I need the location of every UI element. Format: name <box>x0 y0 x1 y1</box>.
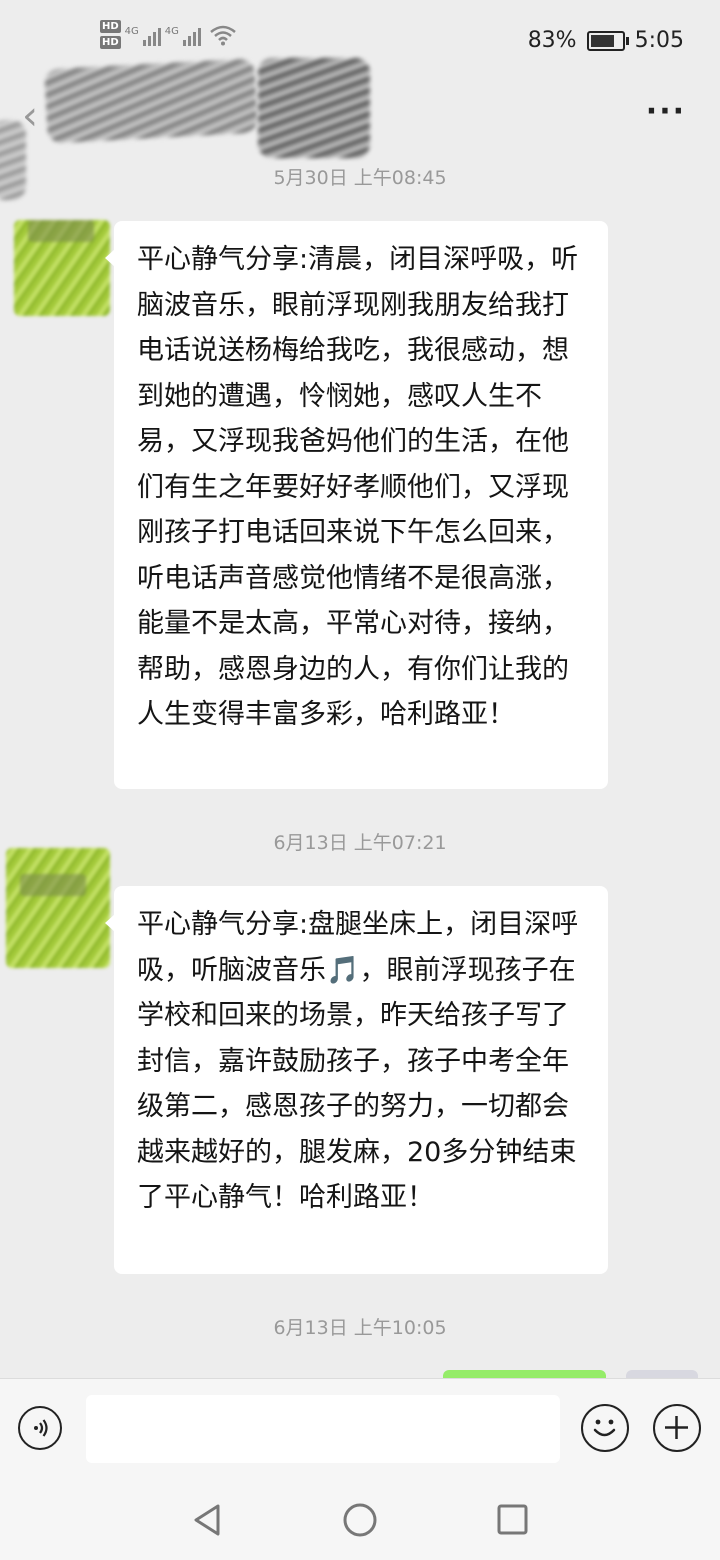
clock: 5:05 <box>634 28 684 53</box>
music-note-icon: 🎵 <box>326 954 360 986</box>
network-type-label: 4G <box>124 26 139 37</box>
signal-bars-icon <box>182 24 201 46</box>
battery-percent: 83% <box>527 28 577 53</box>
hd-badge: HD <box>100 20 121 33</box>
message-input[interactable] <box>86 1395 560 1463</box>
sender-avatar[interactable] <box>14 220 110 316</box>
wifi-icon <box>210 25 236 46</box>
battery-fill <box>590 34 614 47</box>
message-timestamp: 5月30日 上午08:45 <box>273 167 447 189</box>
more-options-button[interactable]: ··· <box>646 94 686 129</box>
message-bubble[interactable]: 平心静气分享:盘腿坐床上，闭目深呼吸，听脑波音乐🎵，眼前浮现孩子在学校和回来的场… <box>105 886 608 1274</box>
more-features-button[interactable] <box>653 1404 701 1452</box>
redaction-scribble <box>258 58 370 158</box>
emoji-button[interactable] <box>581 1404 629 1452</box>
sender-avatar[interactable] <box>6 848 110 968</box>
hd-badge: HD <box>100 36 121 49</box>
battery-icon <box>586 30 629 51</box>
message-text: 平心静气分享:盘腿坐床上，闭目深呼吸，听脑波音乐🎵，眼前浮现孩子在学校和回来的场… <box>137 909 578 1213</box>
avatar-shade <box>20 874 86 896</box>
hd-badges: HD HD <box>100 20 121 49</box>
square-recent-icon[interactable] <box>495 1502 529 1538</box>
redaction-scribble <box>44 58 258 144</box>
plus-icon <box>665 1416 688 1439</box>
network-type-label: 4G <box>164 26 179 37</box>
system-navigation-bar <box>0 1478 720 1560</box>
message-text-part: ，眼前浮现孩子在学校和回来的场景，昨天给孩子写了封信，嘉许鼓励孩子，孩子中考全年… <box>137 954 577 1214</box>
circle-home-icon[interactable] <box>342 1502 378 1538</box>
input-bar <box>0 1378 720 1479</box>
message-timestamp: 6月13日 上午10:05 <box>273 1317 447 1339</box>
avatar-shade <box>28 220 94 242</box>
status-right: 83% 5:05 <box>528 28 684 53</box>
message-text: 平心静气分享:清晨，闭目深呼吸，听脑波音乐，眼前浮现刚我朋友给我打电话说送杨梅给… <box>137 244 579 730</box>
triangle-back-icon[interactable] <box>190 1502 224 1538</box>
emoji-icon <box>593 1419 616 1437</box>
voice-button[interactable] <box>18 1406 62 1450</box>
message-bubble[interactable]: 平心静气分享:清晨，闭目深呼吸，听脑波音乐，眼前浮现刚我朋友给我打电话说送杨梅给… <box>105 221 608 789</box>
voice-icon <box>34 1419 48 1437</box>
signal-indicators: HD HD 4G 4G <box>100 20 237 49</box>
signal-bars-icon <box>142 24 161 46</box>
